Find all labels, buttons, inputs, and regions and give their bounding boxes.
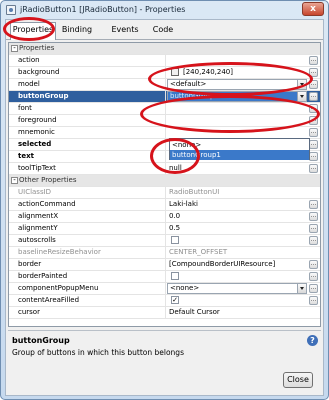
property-value[interactable]: 0.0: [167, 211, 307, 222]
property-value[interactable]: Laki-laki: [167, 199, 307, 210]
category-other-properties[interactable]: - Other Properties: [9, 175, 320, 187]
property-name: cursor: [18, 308, 40, 316]
property-row-border[interactable]: border [CompoundBorderUIResource] ...: [9, 259, 320, 271]
description-text: Group of buttons in which this button be…: [12, 348, 184, 357]
property-name: baselineResizeBehavior: [18, 248, 101, 256]
property-row-uiclassid[interactable]: UIClassID RadioButtonUI: [9, 187, 320, 199]
property-row-alignmenty[interactable]: alignmentY 0.5 ...: [9, 223, 320, 235]
property-name: buttonGroup: [18, 92, 69, 100]
property-row-componentpopupmenu[interactable]: componentPopupMenu <none> ...: [9, 283, 320, 295]
title-bar: jRadioButton1 [JRadioButton] - Propertie…: [1, 1, 328, 19]
customize-button[interactable]: ...: [309, 236, 318, 245]
app-icon: [6, 5, 16, 15]
property-name: model: [18, 80, 40, 88]
property-row-actioncommand[interactable]: actionCommand Laki-laki ...: [9, 199, 320, 211]
property-name: alignmentY: [18, 224, 58, 232]
contentareafilled-checkbox[interactable]: ✓: [171, 296, 179, 304]
help-icon[interactable]: ?: [307, 335, 318, 346]
property-name: toolTipText: [18, 164, 56, 172]
customize-button[interactable]: ...: [309, 260, 318, 269]
customize-button[interactable]: ...: [309, 272, 318, 281]
property-row-cursor[interactable]: cursor Default Cursor: [9, 307, 320, 319]
property-row-borderpainted[interactable]: borderPainted ...: [9, 271, 320, 283]
property-row-contentareafilled[interactable]: contentAreaFilled ✓ ...: [9, 295, 320, 307]
window-close-button[interactable]: x: [302, 2, 324, 16]
category-label: Other Properties: [19, 176, 77, 184]
customize-button[interactable]: ...: [309, 140, 318, 149]
property-name: alignmentX: [18, 212, 59, 220]
property-value: CENTER_OFFSET: [169, 248, 228, 256]
chevron-down-icon[interactable]: [297, 284, 306, 293]
property-name: UIClassID: [18, 188, 52, 196]
chevron-down-icon[interactable]: [297, 92, 306, 101]
tab-code[interactable]: Code: [148, 23, 178, 39]
customize-button[interactable]: ...: [309, 152, 318, 161]
customize-button[interactable]: ...: [309, 200, 318, 209]
customize-button[interactable]: ...: [309, 284, 318, 293]
property-value: RadioButtonUI: [169, 188, 220, 196]
annotation-ellipse-dropdown: [140, 95, 320, 133]
property-name: componentPopupMenu: [18, 284, 99, 292]
tab-binding[interactable]: Binding: [58, 23, 96, 39]
property-row-baselineresizebehavior[interactable]: baselineResizeBehavior CENTER_OFFSET: [9, 247, 320, 259]
annotation-ellipse-properties-tab: [3, 17, 55, 41]
combo-value: <none>: [170, 284, 200, 292]
property-row-autoscrolls[interactable]: autoscrolls ...: [9, 235, 320, 247]
category-properties[interactable]: - Properties: [9, 43, 320, 55]
customize-button[interactable]: ...: [309, 92, 318, 101]
property-name: actionCommand: [18, 200, 76, 208]
property-value[interactable]: Default Cursor: [167, 307, 307, 318]
property-name: borderPainted: [18, 272, 68, 280]
collapse-icon[interactable]: -: [11, 177, 18, 184]
customize-button[interactable]: ...: [309, 212, 318, 221]
property-name: mnemonic: [18, 128, 55, 136]
property-name: contentAreaFilled: [18, 296, 80, 304]
property-name: autoscrolls: [18, 236, 56, 244]
property-value[interactable]: 0.5: [167, 223, 307, 234]
customize-button[interactable]: ...: [309, 56, 318, 65]
popupmenu-combo[interactable]: <none>: [167, 283, 307, 294]
property-name: text: [18, 152, 34, 160]
autoscrolls-checkbox[interactable]: [171, 236, 179, 244]
property-name: action: [18, 56, 40, 64]
properties-window: jRadioButton1 [JRadioButton] - Propertie…: [0, 0, 329, 400]
property-name: selected: [18, 140, 52, 148]
annotation-ellipse-selected-text: [150, 138, 200, 174]
annotation-ellipse-buttongroup: [148, 62, 313, 96]
property-row-alignmentx[interactable]: alignmentX 0.0 ...: [9, 211, 320, 223]
close-button[interactable]: Close: [283, 372, 313, 388]
collapse-icon[interactable]: -: [11, 45, 18, 52]
description-panel: buttonGroup Group of buttons in which th…: [8, 330, 321, 394]
property-name: border: [18, 260, 42, 268]
property-value[interactable]: [CompoundBorderUIResource]: [167, 259, 307, 270]
description-title: buttonGroup: [12, 336, 70, 345]
window-title: jRadioButton1 [JRadioButton] - Propertie…: [20, 5, 186, 14]
customize-button[interactable]: ...: [309, 164, 318, 173]
customize-button[interactable]: ...: [309, 224, 318, 233]
customize-button[interactable]: ...: [309, 296, 318, 305]
property-name: background: [18, 68, 60, 76]
customize-button[interactable]: ...: [309, 128, 318, 137]
borderpainted-checkbox[interactable]: [171, 272, 179, 280]
tab-events[interactable]: Events: [106, 23, 144, 39]
